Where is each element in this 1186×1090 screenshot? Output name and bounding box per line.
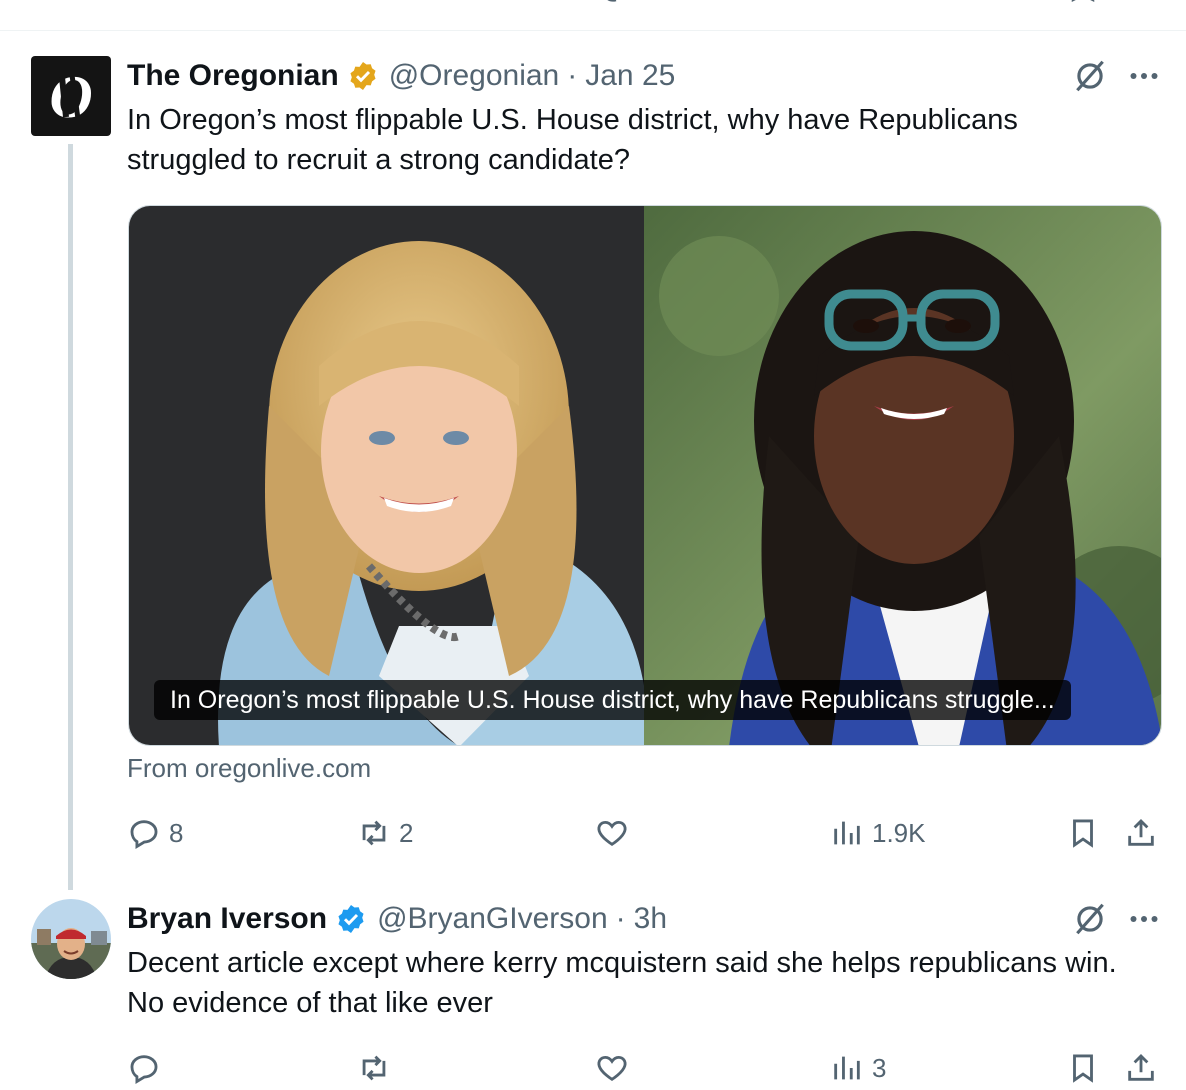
action-bar: 3 [127,1048,1167,1088]
card-source[interactable]: From oregonlive.com [127,753,371,784]
timestamp[interactable]: 3h [634,902,667,936]
reply-icon [130,1055,158,1084]
views-icon [834,821,860,845]
bookmark-icon [1073,1054,1093,1083]
views-count: 1.9K [872,817,926,848]
tweet-reply[interactable]: Bryan Iverson @BryanGIverson · 3h Decent… [0,890,1186,1090]
repost-button[interactable] [357,1048,399,1088]
repost-count: 2 [399,817,414,848]
display-name[interactable]: The Oregonian [127,59,339,93]
handle[interactable]: @BryanGIverson [377,902,608,936]
repost-button[interactable]: 2 [357,813,413,853]
svg-text:O: O [49,65,92,127]
grok-icon[interactable] [1071,900,1109,938]
oregonian-logo-icon: O [49,65,92,127]
share-icon [1128,818,1154,846]
link-card[interactable]: In Oregon’s most flippable U.S. House di… [128,205,1162,746]
tweet-text: In Oregon’s most flippable U.S. House di… [127,104,1018,176]
more-icon[interactable] [1126,58,1162,94]
share-icon [1128,1053,1154,1081]
repost-icon [362,820,386,846]
action-bar: 8 2 1.9K [127,813,1167,853]
reply-button[interactable]: 8 [127,813,183,853]
avatar[interactable]: O [31,56,111,136]
avatar[interactable] [31,899,111,979]
display-name[interactable]: Bryan Iverson [127,902,327,936]
handle[interactable]: @Oregonian [389,59,560,93]
views-count: 3 [872,1052,887,1083]
verified-badge-icon[interactable] [335,903,367,935]
timestamp[interactable]: Jan 25 [585,59,675,93]
share-button[interactable] [1124,813,1158,853]
more-icon[interactable] [1126,901,1162,937]
like-button[interactable] [595,813,637,853]
grok-icon[interactable] [1071,57,1109,95]
views-button[interactable]: 3 [830,1048,886,1088]
bookmark-icon [1073,819,1093,848]
bookmark-button[interactable] [1066,813,1100,853]
tweet-text: Decent article except where kerry mcquis… [127,947,1117,1019]
card-title: In Oregon’s most flippable U.S. House di… [154,680,1071,720]
like-icon [597,820,627,846]
card-image [129,206,1161,745]
tweet-header: The Oregonian @Oregonian · Jan 25 [127,56,675,96]
separator: · [615,902,626,935]
bookmark-button[interactable] [1066,1048,1100,1088]
thread-connector-line [68,144,73,890]
views-button[interactable]: 1.9K [830,813,926,853]
reply-button[interactable] [127,1048,169,1088]
reply-icon [130,820,158,849]
repost-icon [362,1055,386,1081]
verified-badge-icon[interactable] [347,60,379,92]
like-button[interactable] [595,1048,637,1088]
tweet-oregonian[interactable]: O The Oregonian @Oregonian · Jan 25 In O… [0,0,1186,890]
like-icon [597,1055,627,1081]
separator: · [567,59,578,92]
tweet-header: Bryan Iverson @BryanGIverson · 3h [127,899,667,939]
reply-count: 8 [169,817,184,848]
share-button[interactable] [1124,1048,1158,1088]
views-icon [834,1056,860,1080]
